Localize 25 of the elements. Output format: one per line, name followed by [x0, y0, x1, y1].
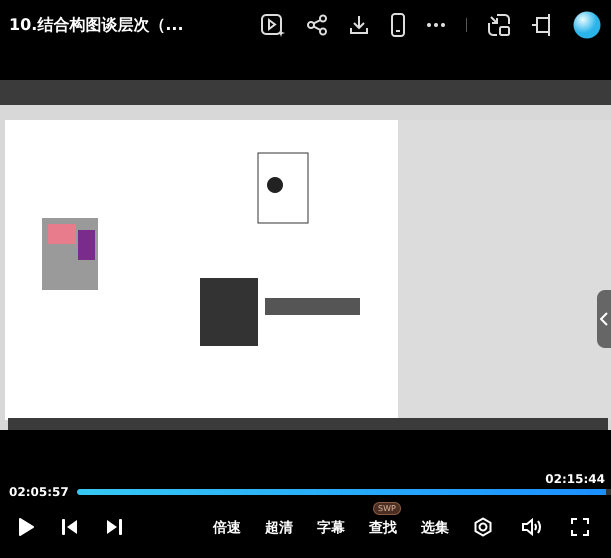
- crop-icon[interactable]: [531, 13, 553, 37]
- download-icon[interactable]: [348, 14, 370, 36]
- total-time: 02:15:44: [545, 472, 605, 486]
- previous-icon[interactable]: [62, 519, 78, 535]
- current-time: 02:05:57: [9, 485, 69, 499]
- play-icon[interactable]: [18, 518, 34, 536]
- phone-icon[interactable]: [390, 13, 406, 37]
- next-icon[interactable]: [106, 519, 122, 535]
- side-handle[interactable]: [597, 290, 611, 348]
- video-title: 10.结合构图谈层次（...: [9, 14, 184, 36]
- volume-icon[interactable]: [521, 517, 543, 537]
- player-option-button[interactable]: 超清: [265, 519, 293, 537]
- play-sparkle-icon[interactable]: [260, 13, 286, 37]
- player-option-button[interactable]: 倍速: [213, 519, 241, 537]
- hexagon-ring-icon[interactable]: [473, 517, 493, 537]
- player-option-button[interactable]: 选集: [421, 519, 449, 537]
- picture-in-picture-icon[interactable]: [487, 13, 511, 37]
- player-option-button[interactable]: 查找: [369, 519, 397, 537]
- badge: SWP: [373, 502, 401, 515]
- share-icon[interactable]: [306, 14, 328, 36]
- avatar-icon[interactable]: [573, 11, 601, 39]
- player-option-button[interactable]: 字幕: [317, 519, 345, 537]
- chevron-left-icon: [600, 312, 608, 326]
- fullscreen-icon[interactable]: [571, 518, 589, 536]
- more-icon[interactable]: [426, 22, 446, 28]
